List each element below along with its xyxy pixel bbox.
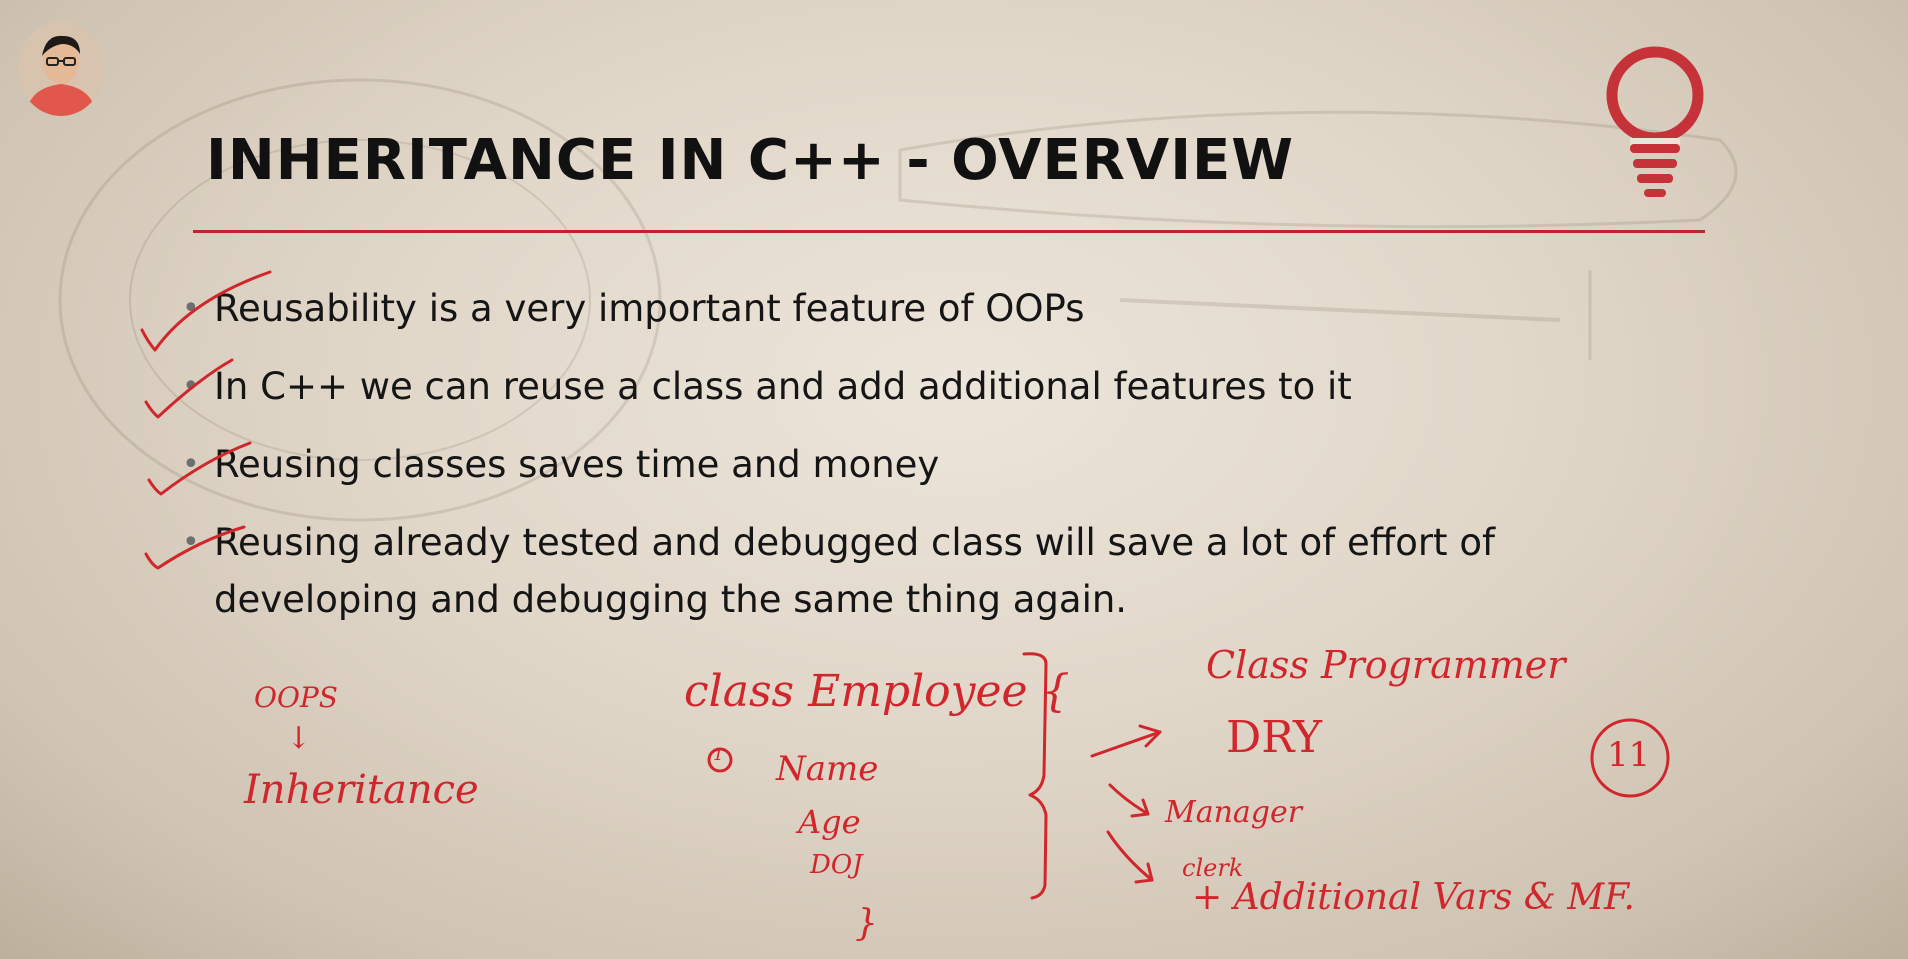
note-inheritance: Inheritance: [244, 767, 479, 813]
bullet-marker: •: [182, 369, 200, 404]
lightbulb-icon: [1606, 46, 1704, 197]
presenter-avatar: [18, 22, 104, 116]
note-dry: DRY: [1226, 712, 1323, 763]
bullet-text: Reusability is a very important feature …: [214, 287, 1085, 330]
note-circled-eleven: 11: [1607, 735, 1651, 775]
bullet-marker: •: [182, 291, 200, 326]
note-manager: Manager: [1165, 795, 1303, 830]
slide-title: INHERITANCE IN C++ - OVERVIEW: [206, 128, 1295, 193]
note-field-name: Name: [776, 749, 879, 789]
bullet-text: Reusing classes saves time and money: [214, 443, 940, 486]
arrow-down-icon: ↓: [286, 721, 312, 756]
bullet-item: • Reusing already tested and debugged cl…: [176, 514, 1626, 628]
bullet-marker: •: [182, 447, 200, 482]
slide: INHERITANCE IN C++ - OVERVIEW • Reusabil…: [0, 0, 1908, 959]
bullet-item: • Reusing classes saves time and money: [176, 436, 1626, 493]
note-field-doj: DOJ: [810, 850, 863, 880]
note-class-employee: class Employee {: [684, 666, 1070, 717]
bullet-item: • Reusability is a very important featur…: [176, 280, 1626, 337]
note-additional: + Additional Vars & MF.: [1192, 877, 1635, 918]
bullet-text: Reusing already tested and debugged clas…: [214, 521, 1495, 621]
bullet-text: In C++ we can reuse a class and add addi…: [214, 365, 1352, 408]
note-circled-one: 1: [713, 745, 724, 765]
note-class-programmer: Class Programmer: [1206, 643, 1566, 687]
bullet-marker: •: [182, 525, 200, 560]
title-divider: [193, 230, 1705, 233]
bullet-item: • In C++ we can reuse a class and add ad…: [176, 358, 1626, 415]
presenter-icon: [18, 22, 104, 116]
note-closing-brace: }: [855, 903, 878, 944]
bullet-list: • Reusability is a very important featur…: [176, 280, 1626, 628]
note-oops: OOPS: [254, 681, 338, 714]
note-field-age: Age: [798, 803, 861, 841]
